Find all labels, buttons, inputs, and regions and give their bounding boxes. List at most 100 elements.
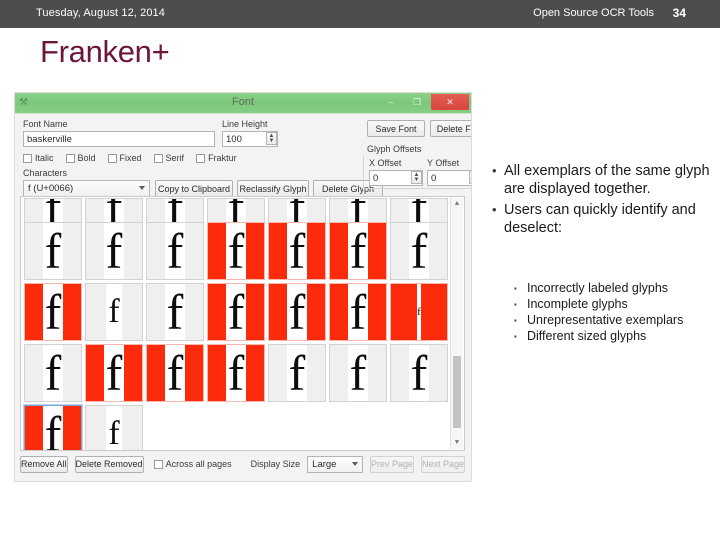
checkbox-fraktur-box[interactable]: [196, 153, 206, 163]
checkbox-serif[interactable]: Serif: [153, 153, 185, 163]
y-offset-spinner-arrows[interactable]: ▲▼: [469, 171, 471, 184]
window-titlebar: ⚒ Font – ❐ ✕: [15, 93, 471, 114]
sub-bullet-item: Different sized glyphs: [512, 329, 716, 344]
glyph-cell[interactable]: f: [268, 283, 326, 341]
x-offset-spinner-arrows[interactable]: ▲ ▼: [411, 171, 422, 184]
glyph-image: f: [225, 345, 247, 401]
font-form-panel: Font Name baskerville Line Height 100 ▲ ▼…: [15, 114, 471, 202]
glyph-image: f: [42, 223, 64, 279]
characters-select-value: f (U+0066): [28, 183, 74, 194]
checkbox-fixed[interactable]: Fixed: [107, 153, 142, 163]
scroll-down-arrow-icon[interactable]: ▼: [451, 437, 463, 449]
glyph-cell[interactable]: f: [390, 222, 448, 280]
font-style-checkbox-group: Italic Bold Fixed Serif Fraktur: [23, 153, 237, 163]
glyph-image: f: [106, 284, 122, 340]
glyph-cell[interactable]: f: [207, 222, 265, 280]
glyph-cell[interactable]: f: [146, 283, 204, 341]
glyph-cell[interactable]: f: [329, 222, 387, 280]
glyph-cell[interactable]: f: [146, 198, 204, 222]
checkbox-across-all-pages-box[interactable]: [153, 459, 163, 469]
checkbox-fixed-box[interactable]: [107, 153, 117, 163]
glyph-cell[interactable]: f: [85, 283, 143, 341]
glyph-grid[interactable]: ffffffffffffffffffffffffffffff ▲ ▼: [20, 196, 465, 451]
line-height-label: Line Height: [222, 119, 268, 129]
glyph-actions-bar: Remove All Delete Removed Across all pag…: [20, 453, 465, 475]
glyph-image: f: [347, 345, 369, 401]
glyph-cell[interactable]: f: [207, 344, 265, 402]
glyph-image: f: [106, 406, 122, 450]
glyph-cell[interactable]: f: [146, 344, 204, 402]
save-font-button[interactable]: Save Font: [367, 120, 425, 137]
remove-all-button[interactable]: Remove All: [20, 455, 68, 473]
checkbox-italic[interactable]: Italic: [23, 153, 54, 163]
slide-date: Tuesday, August 12, 2014: [36, 7, 165, 19]
glyph-image: f: [42, 406, 64, 450]
glyph-cell[interactable]: f: [268, 344, 326, 402]
glyph-cell[interactable]: f: [329, 198, 387, 222]
glyph-cell[interactable]: f: [268, 222, 326, 280]
delete-removed-button[interactable]: Delete Removed: [74, 455, 144, 473]
display-size-select[interactable]: Large: [307, 455, 363, 473]
glyph-image: f: [164, 345, 186, 401]
delete-font-button[interactable]: Delete Font: [430, 120, 471, 137]
chevron-down-icon[interactable]: [139, 186, 145, 190]
y-offset-input[interactable]: 0: [427, 170, 471, 186]
window-controls: – ❐ ✕: [379, 94, 469, 110]
glyph-cell[interactable]: f: [24, 283, 82, 341]
copy-to-clipboard-button[interactable]: Copy to Clipboard: [155, 180, 233, 197]
glyph-image: f: [286, 223, 308, 279]
glyph-grid-scrollbar[interactable]: ▲ ▼: [450, 198, 463, 449]
y-offset-stepper[interactable]: 0 ▲▼: [427, 170, 471, 186]
glyph-grid-row: fffffff: [21, 197, 451, 222]
maximize-icon[interactable]: ❐: [405, 94, 429, 110]
glyph-image: f: [42, 199, 64, 222]
scroll-up-arrow-icon[interactable]: ▲: [451, 198, 463, 210]
scrollbar-thumb[interactable]: [453, 356, 461, 428]
checkbox-bold-box[interactable]: [65, 153, 75, 163]
glyph-cell[interactable]: f: [24, 198, 82, 222]
display-size-select-value: Large: [312, 458, 337, 470]
checkbox-serif-label: Serif: [165, 153, 185, 163]
next-page-button[interactable]: Next Page: [420, 455, 465, 473]
checkbox-fraktur[interactable]: Fraktur: [196, 153, 237, 163]
glyph-cell[interactable]: f: [146, 222, 204, 280]
glyph-cell[interactable]: f: [85, 198, 143, 222]
glyph-cell[interactable]: f: [390, 198, 448, 222]
reclassify-glyph-button[interactable]: Reclassify Glyph: [237, 180, 309, 197]
glyph-cell[interactable]: f: [85, 405, 143, 450]
checkbox-across-all-pages[interactable]: Across all pages: [153, 459, 232, 469]
glyph-image: f: [103, 199, 125, 222]
glyph-image: f: [286, 284, 308, 340]
glyph-cell[interactable]: f: [329, 344, 387, 402]
glyph-cell[interactable]: f: [85, 344, 143, 402]
glyph-cell[interactable]: f: [207, 198, 265, 222]
glyph-image: f: [103, 223, 125, 279]
glyph-cell[interactable]: f: [23, 404, 83, 450]
checkbox-serif-box[interactable]: [153, 153, 163, 163]
glyph-cell[interactable]: f: [24, 344, 82, 402]
glyph-cell[interactable]: f: [24, 222, 82, 280]
glyph-cell[interactable]: f: [329, 283, 387, 341]
glyph-cell[interactable]: f: [85, 222, 143, 280]
characters-select[interactable]: f (U+0066): [23, 180, 150, 197]
slide-page-number: 34: [672, 6, 686, 20]
line-height-stepper[interactable]: 100 ▲ ▼: [222, 131, 278, 147]
glyph-cell[interactable]: f: [268, 198, 326, 222]
minimize-icon[interactable]: –: [379, 94, 403, 110]
glyph-cell[interactable]: f: [390, 344, 448, 402]
prev-page-button[interactable]: Prev Page: [369, 455, 414, 473]
line-height-spinner-arrows[interactable]: ▲ ▼: [266, 132, 277, 145]
font-name-input[interactable]: baskerville: [23, 131, 215, 147]
sub-bullet-item: Unrepresentative exemplars: [512, 313, 716, 328]
checkbox-bold[interactable]: Bold: [65, 153, 96, 163]
glyph-cell[interactable]: f: [207, 283, 265, 341]
glyph-image: f: [225, 284, 247, 340]
checkbox-across-all-pages-label: Across all pages: [165, 459, 232, 469]
glyph-image: f: [225, 199, 247, 222]
glyph-cell[interactable]: f: [390, 283, 448, 341]
checkbox-italic-box[interactable]: [23, 153, 32, 163]
x-offset-stepper[interactable]: 0 ▲ ▼: [369, 170, 423, 186]
glyph-image: f: [408, 199, 430, 222]
close-icon[interactable]: ✕: [431, 94, 469, 110]
chevron-down-icon-display-size[interactable]: [351, 461, 358, 466]
